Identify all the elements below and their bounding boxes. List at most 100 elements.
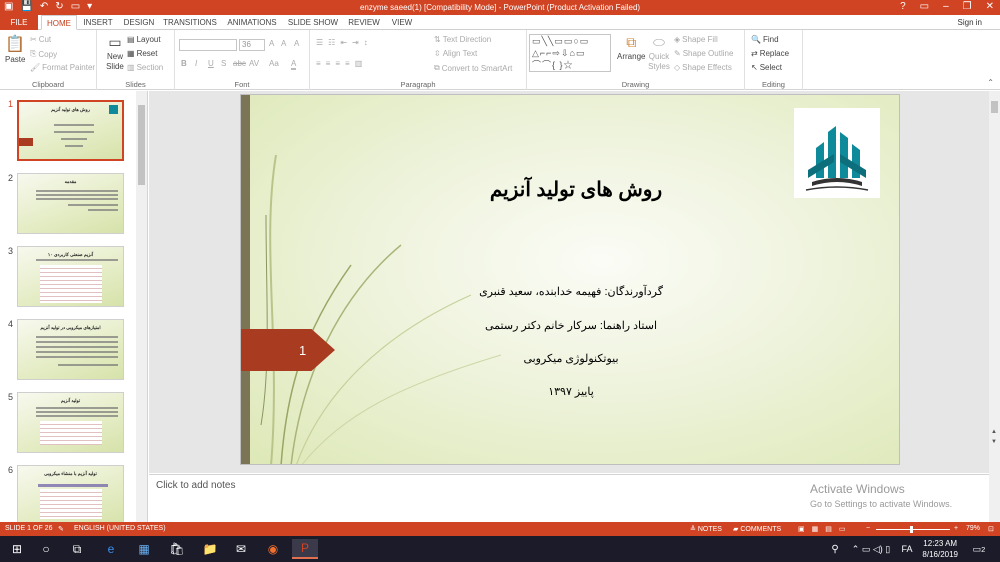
slide-thumbnail-4[interactable]: امتیازهای میکروبی در تولید آنزیم xyxy=(17,319,124,380)
cortana-icon[interactable]: ○ xyxy=(35,539,57,559)
tab-insert[interactable]: INSERT xyxy=(80,15,116,30)
store-icon[interactable]: 🛍 xyxy=(166,539,188,559)
app-icon[interactable]: ▦ xyxy=(133,539,155,559)
shape-outline-button[interactable]: ✎ Shape Outline xyxy=(674,49,733,58)
language-indicator-tray[interactable]: FA xyxy=(896,539,918,559)
new-slide-button[interactable]: ▭ New Slide xyxy=(103,34,127,72)
ribbon-display-button[interactable]: ▭ xyxy=(920,1,929,12)
slide-title[interactable]: روش های تولید آنزیم xyxy=(466,177,686,202)
font-color-button[interactable]: A xyxy=(291,59,297,70)
minimize-button[interactable]: – xyxy=(943,1,949,12)
slide-scrollbar[interactable]: ▲ ▼ xyxy=(989,91,1000,522)
tab-home[interactable]: HOME xyxy=(41,15,77,30)
authors-line[interactable]: گردآورندگان: فهیمه خدابنده، سعید قنبری xyxy=(441,285,701,298)
current-slide[interactable]: 1 روش های تولید آنزیم گردآورندگان: فهیمه… xyxy=(240,94,900,465)
arrange-button[interactable]: ⧉ Arrange xyxy=(617,34,645,61)
spellcheck-icon[interactable]: ✎ xyxy=(58,525,64,533)
slide-thumbnail-5[interactable]: تولید آنزیم xyxy=(17,392,124,453)
select-button[interactable]: ↖ Select xyxy=(751,63,782,72)
tab-animations[interactable]: ANIMATIONS xyxy=(223,15,281,30)
collapse-ribbon-icon[interactable]: ⌃ xyxy=(987,78,994,87)
date-line[interactable]: پاییز ۱۳۹۷ xyxy=(441,385,701,398)
people-icon[interactable]: ⚲ xyxy=(824,539,846,559)
char-spacing-button[interactable]: AV xyxy=(249,59,259,68)
notes-toggle[interactable]: ≜ NOTES xyxy=(690,525,722,533)
find-button[interactable]: 🔍 Find xyxy=(751,35,779,44)
previous-slide-icon[interactable]: ▲ xyxy=(991,429,997,435)
list-buttons[interactable]: ☰ ☷ ⇤ ⇥ ↕ xyxy=(316,38,371,47)
shape-fill-button[interactable]: ◈ Shape Fill xyxy=(674,35,718,44)
slide-thumbnail-3[interactable]: ۱۰ آنزیم صنعتی کاربردی xyxy=(17,246,124,307)
underline-button[interactable]: U xyxy=(208,59,214,68)
supervisor-line[interactable]: استاد راهنما: سرکار خانم دکتر رستمی xyxy=(441,319,701,332)
section-button[interactable]: ▥ Section xyxy=(127,63,163,72)
tab-view[interactable]: VIEW xyxy=(387,15,417,30)
shapes-gallery[interactable]: ▭╲╲▭▭○▭ △⌐⌐⇨⇩⌂▭ ⌒⌒{ }☆ xyxy=(529,34,611,72)
cut-button[interactable]: ✂ Cut xyxy=(30,35,51,44)
tab-slide-show[interactable]: SLIDE SHOW xyxy=(286,15,340,30)
language-indicator[interactable]: ENGLISH (UNITED STATES) xyxy=(74,525,166,532)
comments-toggle[interactable]: ▰ COMMENTS xyxy=(733,525,781,533)
taskbar-clock[interactable]: 12:23 AM 8/16/2019 xyxy=(922,538,958,560)
course-line[interactable]: بیوتکنولوژی میکروبی xyxy=(441,352,701,365)
powerpoint-taskbar-icon[interactable]: P xyxy=(292,539,318,559)
tab-review[interactable]: REVIEW xyxy=(345,15,383,30)
replace-button[interactable]: ⇄ Replace xyxy=(751,49,789,58)
quick-styles-button[interactable]: ⬭ Quick Styles xyxy=(647,34,671,72)
align-text-button[interactable]: ⇳ Align Text xyxy=(434,49,477,58)
edge-icon[interactable]: e xyxy=(100,539,122,559)
system-tray-icons[interactable]: ⌃ ▭ ◁) ▯ xyxy=(846,539,896,559)
scroll-thumb[interactable] xyxy=(138,105,145,185)
thumbnail-scrollbar[interactable] xyxy=(136,91,147,522)
reset-button[interactable]: ▦ Reset xyxy=(127,49,157,58)
layout-button[interactable]: ▤ Layout xyxy=(127,35,161,44)
copy-button[interactable]: ⎘ Copy xyxy=(30,49,57,59)
tab-transitions[interactable]: TRANSITIONS xyxy=(162,15,218,30)
grow-font-button[interactable]: A xyxy=(269,39,274,48)
zoom-slider[interactable] xyxy=(876,529,950,530)
align-buttons[interactable]: ≡ ≡ ≡ ≡ ▥ xyxy=(316,59,365,68)
zoom-level[interactable]: 79% xyxy=(966,525,980,532)
format-painter-button[interactable]: 🖌 Format Painter xyxy=(30,63,95,72)
slide-thumbnail-6[interactable]: تولید آنزیم با منشاء میکروبی xyxy=(17,465,124,522)
sign-in-link[interactable]: Sign in xyxy=(958,18,982,27)
slide-thumbnail-1[interactable]: روش های تولید آنزیم xyxy=(17,100,124,161)
mail-icon[interactable]: ✉ xyxy=(230,539,252,559)
view-buttons[interactable]: ▣▦▤▭ xyxy=(798,525,852,533)
windows-start-icon[interactable]: ⊞ xyxy=(6,539,28,559)
shadow-button[interactable]: S xyxy=(221,59,226,68)
firefox-icon[interactable]: ◉ xyxy=(262,539,284,559)
bold-button[interactable]: B xyxy=(181,59,187,68)
tab-file[interactable]: FILE xyxy=(0,15,38,30)
thumb-line xyxy=(36,190,118,192)
clear-format-button[interactable]: A xyxy=(294,39,299,48)
zoom-out-button[interactable]: − xyxy=(866,525,870,532)
restore-button[interactable]: ❐ xyxy=(963,1,972,12)
notes-placeholder[interactable]: Click to add notes xyxy=(156,480,236,491)
zoom-in-button[interactable]: + xyxy=(954,525,958,532)
task-view-icon[interactable]: ⧉ xyxy=(66,539,88,559)
file-explorer-icon[interactable]: 📁 xyxy=(199,539,221,559)
scroll-thumb[interactable] xyxy=(991,101,998,113)
smartart-button[interactable]: ⧉ Convert to SmartArt xyxy=(434,63,512,73)
italic-button[interactable]: I xyxy=(195,59,197,68)
next-slide-icon[interactable]: ▼ xyxy=(991,439,997,445)
change-case-button[interactable]: Aa xyxy=(269,59,279,68)
text-direction-button[interactable]: ⇅ Text Direction xyxy=(434,35,491,44)
strikethrough-button[interactable]: abc xyxy=(233,59,246,68)
help-button[interactable]: ? xyxy=(900,1,906,12)
close-button[interactable]: ✕ xyxy=(986,1,994,12)
tab-design[interactable]: DESIGN xyxy=(120,15,158,30)
font-size-box[interactable]: 36 xyxy=(239,39,265,51)
slide-thumbnail-2[interactable]: مقدمه xyxy=(17,173,124,234)
shrink-font-button[interactable]: A xyxy=(281,39,286,48)
thumb-line xyxy=(36,336,118,338)
copy-icon: ⎘ xyxy=(30,49,37,58)
font-name-box[interactable] xyxy=(179,39,237,51)
slide-thumbnails-pane[interactable]: 1 روش های تولید آنزیم 2 مقدمه 3 ۱۰ آنزیم… xyxy=(0,91,148,522)
shape-effects-button[interactable]: ◇ Shape Effects xyxy=(674,63,732,72)
paste-button[interactable]: 📋 Paste xyxy=(5,34,25,64)
action-center-icon[interactable]: ▭ 2 xyxy=(968,539,990,559)
fit-slide-icon[interactable]: ⊡ xyxy=(988,525,994,533)
zoom-slider-thumb[interactable] xyxy=(910,526,913,533)
